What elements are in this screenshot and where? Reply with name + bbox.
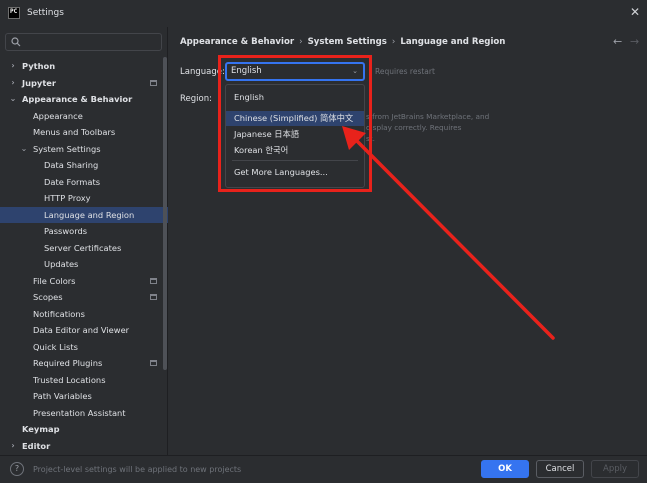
annotation-arrow bbox=[342, 126, 555, 340]
apply-button[interactable]: Apply bbox=[591, 460, 639, 478]
dialog-footer: ? Project-level settings will be applied… bbox=[0, 455, 647, 483]
cancel-button[interactable]: Cancel bbox=[536, 460, 584, 478]
footer-note: Project-level settings will be applied t… bbox=[33, 465, 242, 474]
ok-button[interactable]: OK bbox=[481, 460, 529, 478]
help-button[interactable]: ? bbox=[10, 462, 24, 476]
